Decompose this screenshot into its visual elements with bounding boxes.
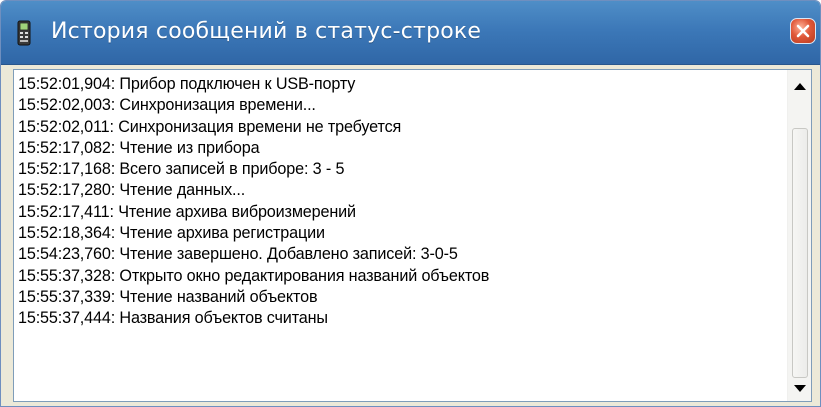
title-bar[interactable]: История сообщений в статус-строке: [1, 1, 820, 65]
log-line[interactable]: 15:52:17,168: Всего записей в приборе: 3…: [18, 159, 778, 180]
log-line[interactable]: 15:52:17,082: Чтение из прибора: [18, 138, 778, 159]
log-line[interactable]: 15:55:37,328: Открыто окно редактировани…: [18, 266, 778, 287]
log-line[interactable]: 15:55:37,339: Чтение названий объектов: [18, 287, 778, 308]
message-history-window: История сообщений в статус-строке 15:52:…: [0, 0, 821, 407]
scroll-up-arrow-icon[interactable]: [790, 76, 810, 96]
window-content: 15:52:01,904: Прибор подключен к USB-пор…: [1, 65, 820, 406]
scroll-down-arrow-icon[interactable]: [790, 379, 810, 399]
message-log-list[interactable]: 15:52:01,904: Прибор подключен к USB-пор…: [13, 69, 812, 402]
log-line[interactable]: 15:55:37,444: Названия объектов считаны: [18, 308, 778, 329]
phone-device-icon: [16, 20, 32, 46]
window-title: История сообщений в статус-строке: [51, 19, 482, 44]
log-line[interactable]: 15:54:23,760: Чтение завершено. Добавлен…: [18, 244, 778, 265]
log-lines: 15:52:01,904: Прибор подключен к USB-пор…: [18, 74, 778, 330]
vertical-scrollbar[interactable]: [787, 70, 811, 401]
scroll-thumb[interactable]: [792, 128, 808, 378]
log-line[interactable]: 15:52:17,411: Чтение архива виброизмерен…: [18, 202, 778, 223]
log-line[interactable]: 15:52:02,011: Синхронизация времени не т…: [18, 117, 778, 138]
log-line[interactable]: 15:52:17,280: Чтение данных...: [18, 180, 778, 201]
close-button[interactable]: [790, 18, 816, 44]
log-line[interactable]: 15:52:02,003: Синхронизация времени...: [18, 95, 778, 116]
log-line[interactable]: 15:52:01,904: Прибор подключен к USB-пор…: [18, 74, 778, 95]
log-line[interactable]: 15:52:18,364: Чтение архива регистрации: [18, 223, 778, 244]
